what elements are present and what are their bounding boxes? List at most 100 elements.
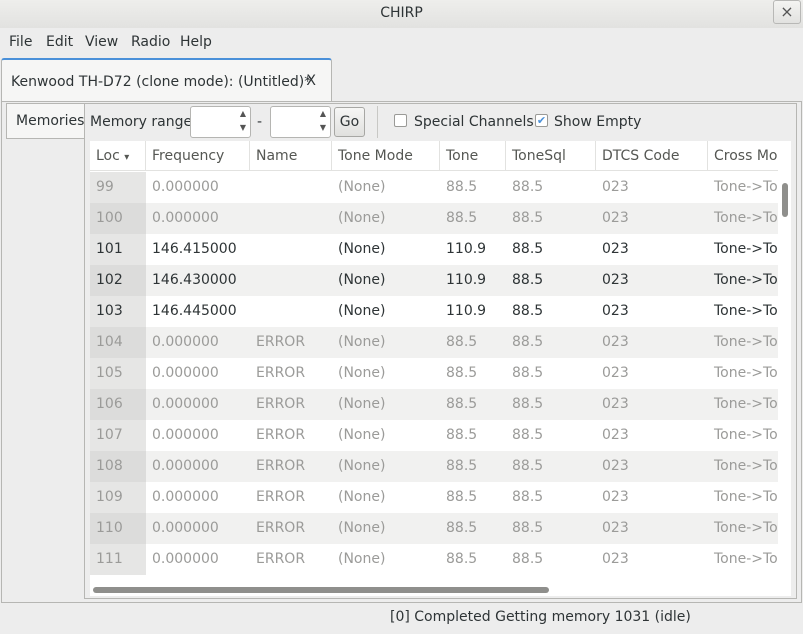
show-empty-checkbox[interactable]: ✔: [535, 114, 548, 127]
cell-loc[interactable]: 102: [90, 265, 146, 296]
cell-name[interactable]: ERROR: [250, 544, 332, 575]
cell-dtcs-code[interactable]: 023: [596, 482, 708, 513]
cell-tonesql[interactable]: 88.5: [506, 513, 596, 544]
cell-tone[interactable]: 88.5: [440, 358, 506, 389]
cell-tone[interactable]: 110.9: [440, 265, 506, 296]
show-empty-label[interactable]: Show Empty: [554, 114, 641, 130]
table-row[interactable]: 990.000000(None)88.588.5023Tone->Tone: [90, 172, 778, 203]
column-header-dtcs-code[interactable]: DTCS Code: [596, 141, 708, 171]
chevron-down-icon[interactable]: ▼: [236, 121, 250, 135]
cell-cross-mode[interactable]: Tone->Tone: [708, 296, 778, 327]
cell-cross-mode[interactable]: Tone->Tone: [708, 203, 778, 234]
cell-tone-mode[interactable]: (None): [332, 172, 440, 203]
cell-frequency[interactable]: 0.000000: [146, 203, 250, 234]
cell-tonesql[interactable]: 88.5: [506, 327, 596, 358]
cell-loc[interactable]: 103: [90, 296, 146, 327]
cell-tone-mode[interactable]: (None): [332, 451, 440, 482]
cell-cross-mode[interactable]: Tone->Tone: [708, 327, 778, 358]
cell-frequency[interactable]: 146.415000: [146, 234, 250, 265]
cell-name[interactable]: [250, 172, 332, 203]
cell-frequency[interactable]: 0.000000: [146, 544, 250, 575]
go-button[interactable]: Go: [334, 107, 365, 137]
cell-tone-mode[interactable]: (None): [332, 544, 440, 575]
cell-cross-mode[interactable]: Tone->Tone: [708, 544, 778, 575]
cell-tonesql[interactable]: 88.5: [506, 358, 596, 389]
cell-cross-mode[interactable]: Tone->Tone: [708, 172, 778, 203]
cell-tone-mode[interactable]: (None): [332, 513, 440, 544]
cell-name[interactable]: ERROR: [250, 358, 332, 389]
cell-cross-mode[interactable]: Tone->Tone: [708, 265, 778, 296]
cell-tone[interactable]: 88.5: [440, 451, 506, 482]
table-row[interactable]: 101146.415000 (None)110.988.5023Tone->Ton…: [90, 234, 778, 265]
cell-frequency[interactable]: 0.000000: [146, 513, 250, 544]
cell-loc[interactable]: 104: [90, 327, 146, 358]
special-channels-label[interactable]: Special Channels: [414, 114, 534, 130]
horizontal-scroll-thumb[interactable]: [93, 587, 549, 593]
cell-dtcs-code[interactable]: 023: [596, 296, 708, 327]
cell-dtcs-code[interactable]: 023: [596, 544, 708, 575]
cell-loc[interactable]: 99: [90, 172, 146, 203]
range-to-input[interactable]: ▲ ▼: [270, 106, 331, 138]
cell-name[interactable]: ERROR: [250, 482, 332, 513]
cell-loc[interactable]: 111: [90, 544, 146, 575]
cell-dtcs-code[interactable]: 023: [596, 420, 708, 451]
cell-tone-mode[interactable]: (None): [332, 420, 440, 451]
cell-loc[interactable]: 108: [90, 451, 146, 482]
column-header-tonesql[interactable]: ToneSql: [506, 141, 596, 171]
cell-tone[interactable]: 110.9: [440, 234, 506, 265]
table-row[interactable]: 110 0.000000 ERROR (None) 88.5 88.5 023 Tone->T…: [90, 513, 778, 544]
table-row[interactable]: 106 0.000000 ERROR (None) 88.5 88.5 023 Tone->T…: [90, 389, 778, 420]
cell-loc[interactable]: 105: [90, 358, 146, 389]
table-row[interactable]: 1000.000000(None)88.588.5023Tone->Tone: [90, 203, 778, 234]
cell-tonesql[interactable]: 88.5: [506, 451, 596, 482]
cell-tone[interactable]: 88.5: [440, 513, 506, 544]
table-row[interactable]: 107 0.000000 ERROR (None) 88.5 88.5 023 Tone->T…: [90, 420, 778, 451]
memory-table[interactable]: Loc ▾ Frequency Name Tone Mode Tone Tone…: [90, 141, 778, 583]
cell-cross-mode[interactable]: Tone->Tone: [708, 513, 778, 544]
cell-cross-mode[interactable]: Tone->Tone: [708, 358, 778, 389]
cell-tonesql[interactable]: 88.5: [506, 172, 596, 203]
cell-frequency[interactable]: 0.000000: [146, 327, 250, 358]
table-row[interactable]: 105 0.000000 ERROR (None) 88.5 88.5 023 Tone->T…: [90, 358, 778, 389]
column-header-cross-mode[interactable]: Cross Mode: [708, 141, 778, 171]
range-from-input[interactable]: ▲ ▼: [190, 106, 251, 138]
cell-tone-mode[interactable]: (None): [332, 482, 440, 513]
column-header-name[interactable]: Name: [250, 141, 332, 171]
cell-loc[interactable]: 110: [90, 513, 146, 544]
window-close-button[interactable]: ×: [773, 0, 801, 24]
cell-tone[interactable]: 88.5: [440, 172, 506, 203]
cell-frequency[interactable]: 0.000000: [146, 482, 250, 513]
tab-memories[interactable]: Memories: [6, 103, 84, 139]
cell-frequency[interactable]: 146.445000: [146, 296, 250, 327]
table-row[interactable]: 102146.430000 (None)110.988.5023Tone->Ton…: [90, 265, 778, 296]
cell-tone[interactable]: 88.5: [440, 420, 506, 451]
cell-tone[interactable]: 88.5: [440, 203, 506, 234]
cell-frequency[interactable]: 0.000000: [146, 420, 250, 451]
horizontal-scrollbar[interactable]: [90, 583, 791, 596]
cell-name[interactable]: [250, 296, 332, 327]
menu-file[interactable]: File: [9, 34, 32, 50]
tab-close-button[interactable]: X: [306, 73, 316, 89]
column-header-tone[interactable]: Tone: [440, 141, 506, 171]
cell-tonesql[interactable]: 88.5: [506, 296, 596, 327]
cell-tone-mode[interactable]: (None): [332, 327, 440, 358]
cell-tone-mode[interactable]: (None): [332, 203, 440, 234]
special-channels-checkbox[interactable]: [394, 114, 407, 127]
cell-frequency[interactable]: 0.000000: [146, 451, 250, 482]
cell-loc[interactable]: 106: [90, 389, 146, 420]
tab-document[interactable]: Kenwood TH-D72 (clone mode): (Untitled)*…: [1, 58, 332, 102]
cell-tonesql[interactable]: 88.5: [506, 420, 596, 451]
chevron-up-icon[interactable]: ▲: [316, 107, 330, 121]
cell-tone[interactable]: 88.5: [440, 544, 506, 575]
cell-loc[interactable]: 101: [90, 234, 146, 265]
cell-frequency[interactable]: 0.000000: [146, 358, 250, 389]
cell-dtcs-code[interactable]: 023: [596, 234, 708, 265]
table-row[interactable]: 108 0.000000 ERROR (None) 88.5 88.5 023 Tone->T…: [90, 451, 778, 482]
cell-loc[interactable]: 100: [90, 203, 146, 234]
cell-frequency[interactable]: 0.000000: [146, 172, 250, 203]
cell-tone-mode[interactable]: (None): [332, 296, 440, 327]
cell-cross-mode[interactable]: Tone->Tone: [708, 389, 778, 420]
cell-frequency[interactable]: 146.430000: [146, 265, 250, 296]
cell-name[interactable]: ERROR: [250, 420, 332, 451]
menu-help[interactable]: Help: [180, 34, 212, 50]
